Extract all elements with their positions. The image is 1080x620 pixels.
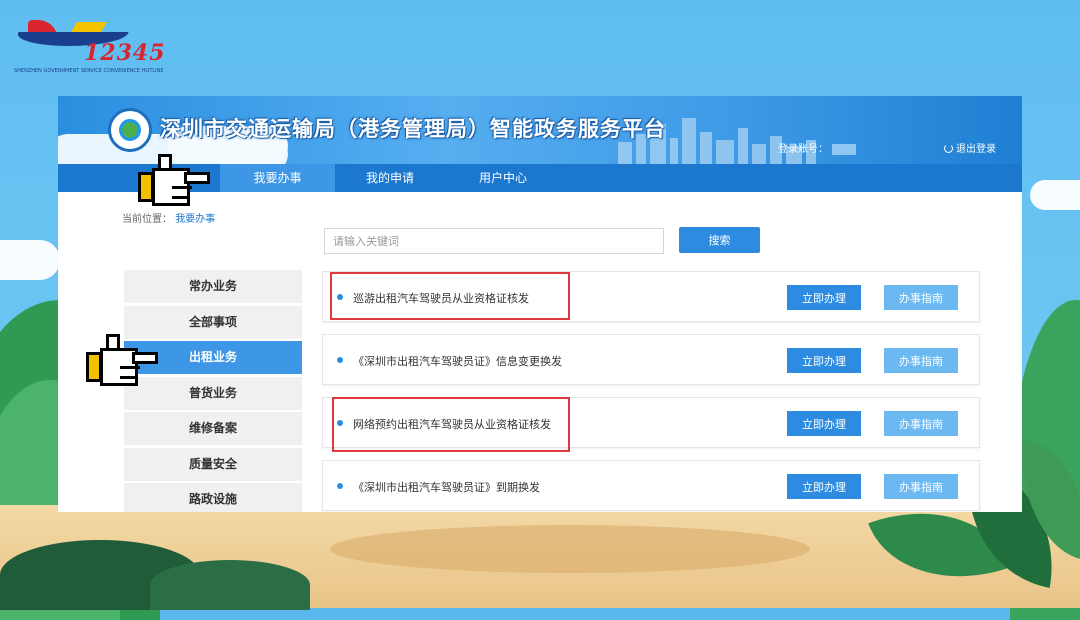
bullet-icon: [337, 294, 343, 300]
background-bush: [150, 560, 310, 610]
background-path: [330, 525, 810, 573]
logo-number: 12345: [84, 40, 166, 66]
tab-user-center[interactable]: 用户中心: [448, 164, 558, 192]
pointer-hand-icon: [86, 334, 158, 396]
sidebar-item-repair[interactable]: 维修备案: [124, 412, 302, 445]
tab-my-applications[interactable]: 我的申请: [335, 164, 445, 192]
logout-label: 退出登录: [956, 144, 996, 155]
background-cloud: [1030, 180, 1080, 210]
bullet-icon: [337, 420, 343, 426]
service-row: 《深圳市出租汽车驾驶员证》到期换发 立即办理 办事指南: [322, 460, 980, 511]
background-cloud: [0, 240, 60, 280]
tab-my-affairs[interactable]: 我要办事: [220, 164, 335, 192]
service-row: 巡游出租汽车驾驶员从业资格证核发 立即办理 办事指南: [322, 271, 980, 322]
hotline-logo: 12345 SHENZHEN GOVERNMENT SERVICE CONVEN…: [10, 14, 165, 74]
search-button[interactable]: 搜索: [679, 227, 760, 253]
service-name[interactable]: 网络预约出租汽车驾驶员从业资格证核发: [353, 416, 551, 432]
guide-button[interactable]: 办事指南: [884, 411, 958, 436]
service-name[interactable]: 巡游出租汽车驾驶员从业资格证核发: [353, 290, 529, 306]
apply-now-button[interactable]: 立即办理: [787, 411, 861, 436]
apply-now-button[interactable]: 立即办理: [787, 285, 861, 310]
sidebar-item-quality[interactable]: 质量安全: [124, 447, 302, 481]
search-input[interactable]: [324, 228, 664, 254]
pointer-hand-icon: [138, 154, 210, 216]
site-title: 深圳市交通运输局（港务管理局）智能政务服务平台: [160, 117, 666, 141]
account-label: 登录账号：: [778, 144, 828, 155]
logout-link[interactable]: 退出登录: [944, 140, 996, 155]
account-value-masked: [832, 143, 856, 155]
power-icon: [944, 144, 953, 153]
bullet-icon: [337, 357, 343, 363]
service-name[interactable]: 《深圳市出租汽车驾驶员证》到期换发: [353, 479, 540, 495]
apply-now-button[interactable]: 立即办理: [787, 474, 861, 499]
guide-button[interactable]: 办事指南: [884, 348, 958, 373]
account-info: 登录账号：: [778, 140, 856, 155]
bullet-icon: [337, 483, 343, 489]
service-name[interactable]: 《深圳市出租汽车驾驶员证》信息变更换发: [353, 353, 562, 369]
service-row: 《深圳市出租汽车驾驶员证》信息变更换发 立即办理 办事指南: [322, 334, 980, 385]
emblem-globe-icon: [119, 119, 141, 141]
logo-flag-yellow: [71, 22, 107, 32]
guide-button[interactable]: 办事指南: [884, 285, 958, 310]
sidebar-item-road[interactable]: 路政设施: [124, 483, 302, 512]
bureau-emblem-icon: [108, 108, 152, 152]
apply-now-button[interactable]: 立即办理: [787, 348, 861, 373]
service-row: 网络预约出租汽车驾驶员从业资格证核发 立即办理 办事指南: [322, 397, 980, 448]
logo-subtitle: SHENZHEN GOVERNMENT SERVICE CONVENIENCE …: [14, 68, 164, 74]
sidebar-item-frequent[interactable]: 常办业务: [124, 270, 302, 303]
guide-button[interactable]: 办事指南: [884, 474, 958, 499]
